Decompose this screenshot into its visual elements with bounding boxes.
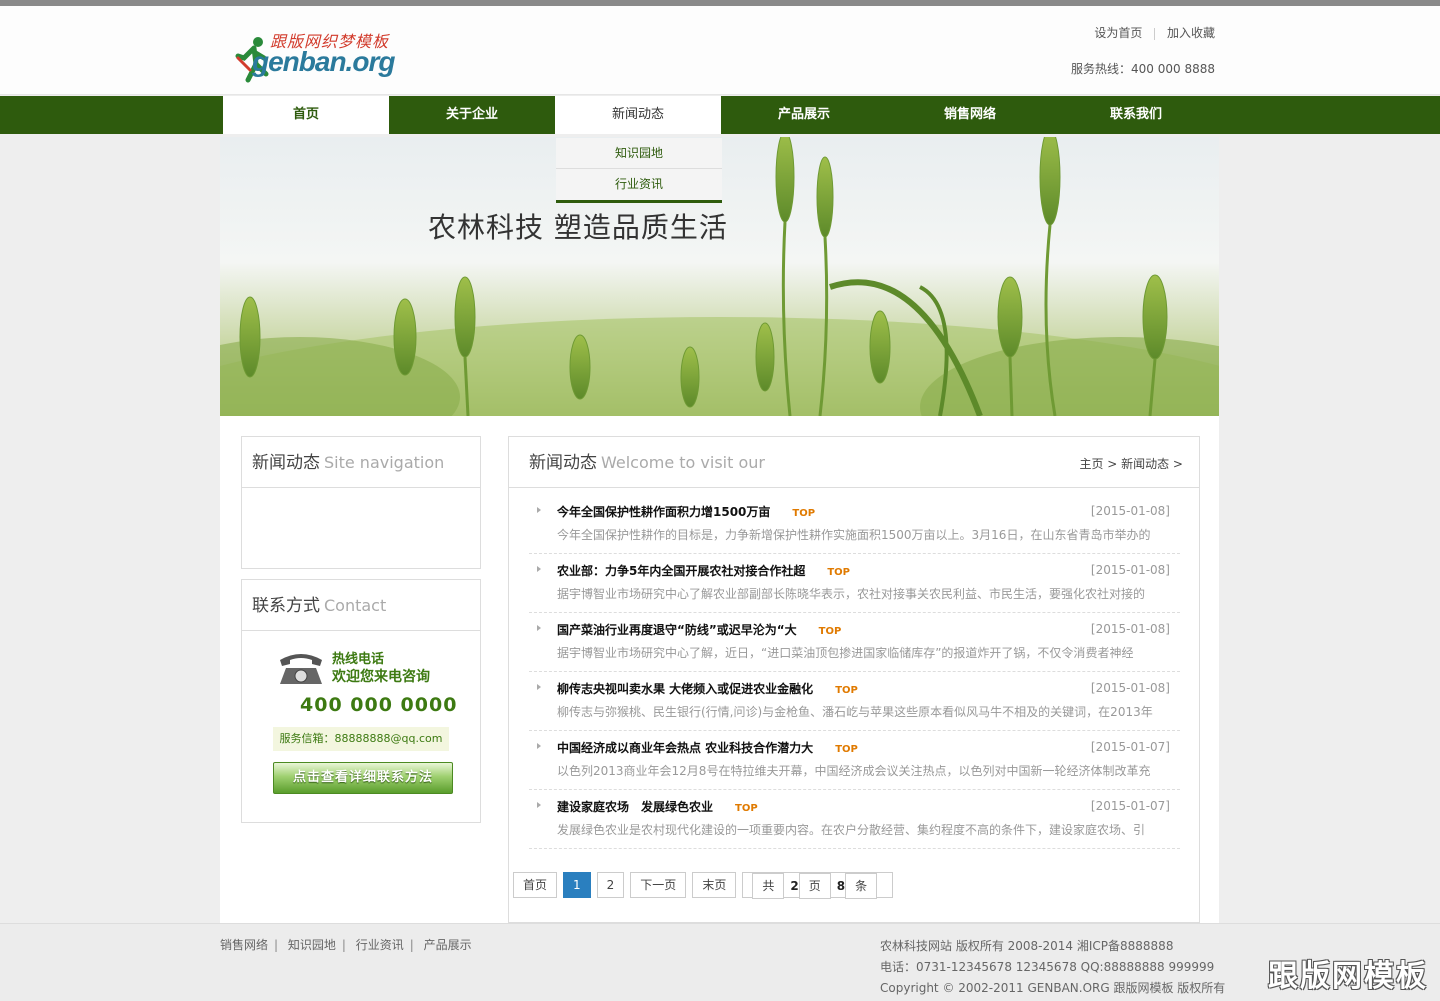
contact-hotline-label: 热线电话	[332, 652, 385, 667]
pagination: 首页 1 2 下一页 末页 共 2页8条	[513, 872, 899, 899]
list-item[interactable]: 国产菜油行业再度退守“防线”或迟早沦为“大 TOP [2015-01-08] 据宇…	[529, 613, 1180, 672]
set-homepage-link[interactable]: 设为首页	[1094, 26, 1142, 40]
list-item[interactable]: 中国经济成以商业年会热点 农业科技合作潜力大 TOP [2015-01-07] 以…	[529, 731, 1180, 790]
site-logo[interactable]: 跟版网织梦模板 genban.org	[234, 28, 404, 84]
news-submenu: 知识园地 行业资讯	[556, 138, 722, 203]
submenu-item-knowledge[interactable]: 知识园地	[556, 138, 722, 169]
news-item-title[interactable]: 中国经济成以商业年会热点 农业科技合作潜力大 TOP	[557, 739, 858, 756]
news-item-date: [2015-01-08]	[1090, 622, 1170, 636]
news-list-box: 新闻动态 Welcome to visit our 主页 > 新闻动态 > 今年全…	[508, 436, 1200, 923]
news-item-date: [2015-01-07]	[1090, 799, 1170, 813]
news-item-title[interactable]: 今年全国保护性耕作面积力增1500万亩 TOP	[557, 503, 815, 520]
side-nav-title-en: Site navigation	[324, 453, 445, 472]
top-badge: TOP	[827, 567, 851, 578]
news-item-title[interactable]: 建设家庭农场 发展绿色农业 TOP	[557, 798, 758, 815]
contact-welcome-text: 欢迎您来电咨询	[332, 669, 430, 685]
contact-phone-number: 400 000 0000	[300, 694, 458, 716]
list-item[interactable]: 柳传志央视叫卖水果 大佬频入或促进农业金融化 TOP [2015-01-08] 柳…	[529, 672, 1180, 731]
contact-email: 服务信箱：88888888@qq.com	[273, 727, 449, 751]
contact-detail-button[interactable]: 点击查看详细联系方法	[273, 762, 453, 794]
news-item-date: [2015-01-08]	[1090, 681, 1170, 695]
contact-box: 联系方式 Contact 热线电话 欢迎您来电咨询 400 000 0000 服务…	[241, 579, 481, 823]
footer-info: 农林科技网站 版权所有 2008-2014 湘ICP备8888888 电话：07…	[880, 936, 1225, 999]
top-links: 设为首页 加入收藏	[1094, 24, 1215, 41]
contact-title-cn: 联系方式	[252, 596, 320, 616]
pager-last-button[interactable]: 末页	[692, 872, 737, 898]
bullet-arrow-icon	[537, 684, 541, 690]
footer-contact-line: 电话：0731-12345678 12345678 QQ:88888888 99…	[880, 960, 1215, 974]
list-item[interactable]: 今年全国保护性耕作面积力增1500万亩 TOP [2015-01-08] 今年全国…	[529, 495, 1180, 554]
pager-total: 共 2页8条	[742, 872, 894, 899]
site-header: 跟版网织梦模板 genban.org 设为首页 加入收藏 服务热线：400 00…	[0, 6, 1440, 95]
bullet-arrow-icon	[537, 743, 541, 749]
news-item-title[interactable]: 国产菜油行业再度退守“防线”或迟早沦为“大 TOP	[557, 621, 841, 638]
footer-link-industry[interactable]: 行业资讯	[356, 938, 404, 952]
bullet-arrow-icon	[537, 625, 541, 631]
list-item[interactable]: 农业部：力争5年内全国开展农社对接合作社超 TOP [2015-01-08] 据宇…	[529, 554, 1180, 613]
top-badge: TOP	[835, 685, 858, 696]
bullet-arrow-icon	[537, 802, 541, 808]
top-badge: TOP	[818, 626, 842, 637]
add-favorite-link[interactable]: 加入收藏	[1167, 26, 1215, 40]
breadcrumb[interactable]: 主页 > 新闻动态 >	[1079, 455, 1183, 472]
footer-link-sales[interactable]: 销售网络	[220, 938, 268, 952]
site-footer: 销售网络 | 知识园地 | 行业资讯 | 产品展示 农林科技网站 版权所有 2008-…	[0, 923, 1440, 1001]
news-item-summary: 据宇博智业市场研究中心了解农业部副部长陈晓华表示，农社对接事关农民利益、市民生活…	[557, 587, 1146, 601]
submenu-item-industry[interactable]: 行业资讯	[556, 169, 722, 200]
side-nav-title-cn: 新闻动态	[252, 453, 320, 473]
news-title-cn: 新闻动态	[529, 453, 597, 473]
news-item-date: [2015-01-07]	[1090, 740, 1170, 754]
top-badge: TOP	[835, 744, 858, 755]
banner-slogan: 农林科技 塑造品质生活	[428, 211, 728, 244]
news-item-date: [2015-01-08]	[1090, 563, 1170, 577]
pager-first-button[interactable]: 首页	[513, 872, 558, 898]
nav-item-news[interactable]: 新闻动态	[555, 96, 721, 134]
logo-english-text: genban.org	[252, 46, 395, 77]
main-nav: 首页 关于企业 新闻动态 产品展示 销售网络 联系我们	[0, 96, 1440, 134]
footer-copyright-line: 农林科技网站 版权所有 2008-2014 湘ICP备8888888	[880, 939, 1174, 953]
news-item-summary: 以色列2013商业年会12月8号在特拉维夫开幕，中国经济成会议关注热点，以色列对…	[557, 764, 1151, 778]
side-nav-title: 新闻动态 Site navigation	[242, 437, 480, 488]
footer-link-products[interactable]: 产品展示	[424, 938, 472, 952]
nav-item-home[interactable]: 首页	[223, 96, 389, 134]
side-nav-box: 新闻动态 Site navigation	[241, 436, 481, 569]
news-item-date: [2015-01-08]	[1090, 504, 1170, 518]
news-item-summary: 发展绿色农业是农村现代化建设的一项重要内容。在农户分散经营、集约程度不高的条件下…	[557, 823, 1146, 837]
nav-item-about[interactable]: 关于企业	[389, 96, 555, 134]
nav-item-products[interactable]: 产品展示	[721, 96, 887, 134]
top-links-divider	[1154, 27, 1156, 40]
telephone-icon	[280, 654, 322, 684]
pager-page-1[interactable]: 1	[563, 872, 591, 898]
service-hotline: 服务热线：400 000 8888	[1071, 62, 1215, 76]
contact-title-en: Contact	[324, 596, 387, 615]
list-item[interactable]: 建设家庭农场 发展绿色农业 TOP [2015-01-07] 发展绿色农业是农村现…	[529, 790, 1180, 849]
news-item-summary: 据宇博智业市场研究中心了解，近日，“进口菜油顶包掺进国家临储库存”的报道炸开了锅…	[557, 646, 1134, 660]
pager-next-button[interactable]: 下一页	[630, 872, 687, 898]
bullet-arrow-icon	[537, 566, 541, 572]
top-badge: TOP	[792, 508, 816, 519]
news-item-summary: 今年全国保护性耕作的目标是，力争新增保护性耕作实施面积1500万亩以上。3月16…	[557, 528, 1151, 542]
contact-title: 联系方式 Contact	[242, 580, 480, 631]
nav-item-sales[interactable]: 销售网络	[887, 96, 1053, 134]
news-title-en: Welcome to visit our	[601, 453, 765, 472]
news-list: 今年全国保护性耕作面积力增1500万亩 TOP [2015-01-08] 今年全国…	[529, 495, 1180, 849]
footer-copyright-en: Copyright © 2002-2011 GENBAN.ORG 跟版网模板 版…	[880, 981, 1226, 995]
watermark-logo: 跟版网模板	[1268, 959, 1428, 994]
news-item-title[interactable]: 农业部：力争5年内全国开展农社对接合作社超 TOP	[557, 562, 850, 579]
bullet-arrow-icon	[537, 507, 541, 513]
news-item-title[interactable]: 柳传志央视叫卖水果 大佬频入或促进农业金融化 TOP	[557, 680, 858, 697]
footer-link-knowledge[interactable]: 知识园地	[288, 938, 336, 952]
top-badge: TOP	[735, 803, 758, 814]
footer-links: 销售网络 | 知识园地 | 行业资讯 | 产品展示	[220, 938, 472, 952]
pager-page-2[interactable]: 2	[596, 872, 625, 898]
news-item-summary: 柳传志与弥猴桃、民生银行(行情,问诊)与金枪鱼、潘石屹与苹果这些原本看似风马牛不…	[557, 705, 1153, 719]
nav-item-contact[interactable]: 联系我们	[1053, 96, 1219, 134]
